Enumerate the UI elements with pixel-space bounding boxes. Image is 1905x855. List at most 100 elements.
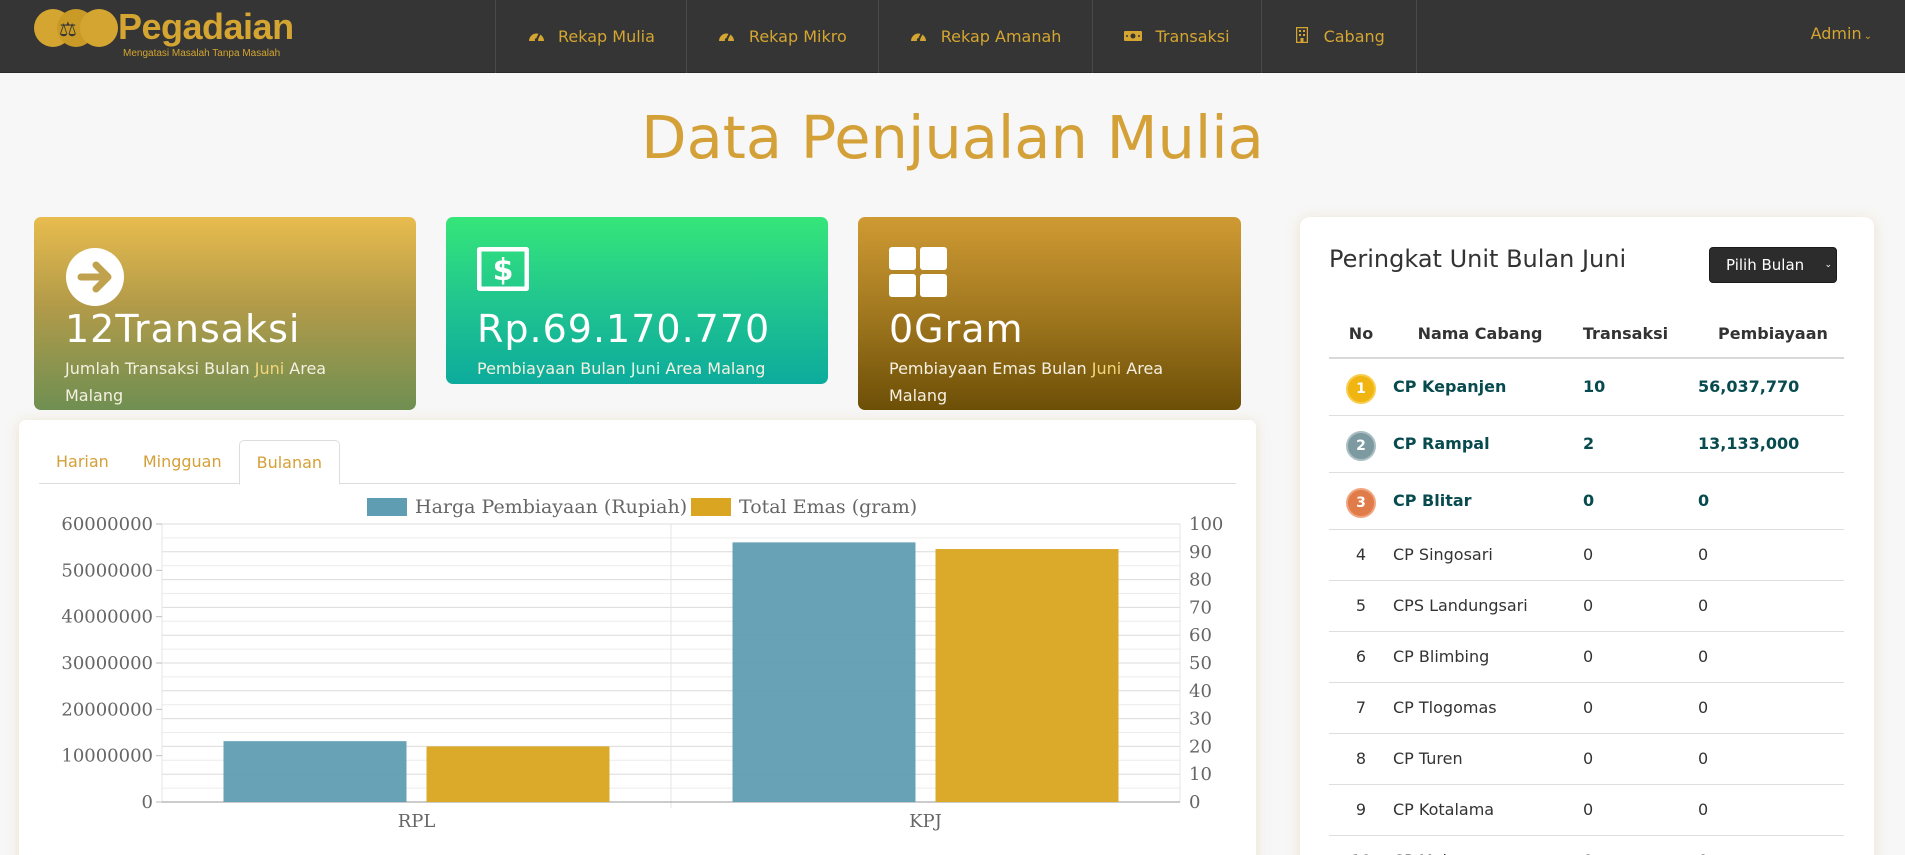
table-row: 6 CP Blimbing 0 0: [1329, 631, 1844, 683]
y-left-tick-label: 30000000: [61, 653, 153, 674]
y-left-tick-label: 40000000: [61, 607, 153, 628]
y-right-tick-label: 30: [1189, 709, 1212, 730]
cell-nama-cabang: CP Mal: [1393, 835, 1573, 855]
cell-no: 1: [1329, 358, 1393, 416]
ranking-table: No Nama Cabang Transaksi Pembiayaan 1 CP …: [1329, 309, 1844, 855]
cell-transaksi: 0: [1573, 682, 1698, 734]
col-transaksi: Transaksi: [1573, 309, 1698, 359]
table-row: 1 CP Kepanjen 10 56,037,770: [1329, 358, 1844, 416]
cell-pembiayaan: 0: [1698, 529, 1844, 581]
cell-pembiayaan: 56,037,770: [1698, 358, 1844, 416]
nav-rekap-mikro[interactable]: Rekap Mikro: [687, 0, 879, 73]
cell-pembiayaan: 0: [1698, 472, 1844, 530]
x-tick-label: RPL: [398, 811, 436, 832]
cell-pembiayaan: 0: [1698, 580, 1844, 632]
cell-transaksi: 10: [1573, 358, 1698, 416]
cell-nama-cabang: CP Turen: [1393, 733, 1573, 785]
y-right-tick-label: 80: [1189, 570, 1212, 591]
cell-no: 2: [1329, 415, 1393, 473]
col-no: No: [1329, 309, 1393, 359]
chart-bar: [223, 741, 407, 802]
table-row: 4 CP Singosari 0 0: [1329, 529, 1844, 581]
cell-pembiayaan: 0: [1698, 835, 1844, 855]
y-right-tick-label: 50: [1189, 653, 1212, 674]
card-value: Rp.69.170.770: [477, 307, 771, 351]
cell-pembiayaan: 0: [1698, 784, 1844, 836]
table-row: 8 CP Turen 0 0: [1329, 733, 1844, 785]
ranking-title: Peringkat Unit Bulan Juni: [1329, 245, 1627, 273]
main-nav: Rekap Mulia Rekap Mikro Rekap Amanah Tra…: [495, 0, 1417, 73]
nav-transaksi[interactable]: Transaksi: [1093, 0, 1262, 73]
tab-bulanan[interactable]: Bulanan: [238, 440, 341, 485]
nav-label: Rekap Mikro: [748, 27, 847, 46]
card-value: 0Gram: [889, 307, 1024, 351]
pilih-bulan-button[interactable]: Pilih Bulan ⌄: [1709, 247, 1837, 283]
building-icon: [1293, 26, 1311, 47]
y-left-tick-label: 20000000: [61, 699, 153, 720]
cell-no: 10: [1329, 835, 1393, 855]
dashboard-icon: [718, 28, 736, 46]
pegadaian-logo-icon: ⚖: [34, 8, 118, 48]
cell-transaksi: 0: [1573, 631, 1698, 683]
chart-bar: [935, 549, 1119, 802]
y-left-tick-label: 50000000: [61, 560, 153, 581]
medal-icon: 3: [1346, 487, 1376, 518]
chart-bar: [426, 746, 610, 802]
nav-label: Cabang: [1323, 27, 1385, 46]
cell-transaksi: 2: [1573, 415, 1698, 473]
cell-no: 6: [1329, 631, 1393, 683]
brand-logo[interactable]: ⚖ Pegadaian Mengatasi Masalah Tanpa Masa…: [34, 6, 294, 64]
cell-nama-cabang: CP Singosari: [1393, 529, 1573, 581]
cell-no: 4: [1329, 529, 1393, 581]
ranking-panel: Peringkat Unit Bulan Juni Pilih Bulan ⌄ N…: [1300, 217, 1874, 855]
table-row: 10CP Mal00: [1329, 835, 1844, 855]
cell-no: 9: [1329, 784, 1393, 836]
legend-label: Total Emas (gram): [739, 496, 917, 518]
cell-nama-cabang: CP Kotalama: [1393, 784, 1573, 836]
cell-nama-cabang: CP Tlogomas: [1393, 682, 1573, 734]
dollar-icon: $: [476, 246, 537, 307]
medal-icon: 2: [1346, 430, 1376, 461]
cell-nama-cabang: CPS Landungsari: [1393, 580, 1573, 632]
cell-no: 7: [1329, 682, 1393, 734]
nav-cabang[interactable]: Cabang: [1262, 0, 1417, 73]
arrow-right-circle-icon: [65, 247, 125, 307]
card-description: Jumlah Transaksi Bulan Juni Area Malang: [65, 359, 327, 405]
card-pembiayaan-emas: 0Gram Pembiayaan Emas Bulan Juni Area Ma…: [858, 217, 1241, 410]
admin-dropdown[interactable]: Admin ⌄: [1811, 24, 1872, 43]
dashboard-icon: [910, 28, 928, 46]
svg-text:$: $: [493, 253, 514, 288]
y-right-tick-label: 40: [1189, 681, 1212, 702]
tab-mingguan[interactable]: Mingguan: [126, 440, 239, 484]
chart-panel: Harian Mingguan Bulanan 60000000 50000000…: [19, 420, 1256, 855]
brand-name: Pegadaian: [118, 6, 294, 47]
cell-nama-cabang: CP Blitar: [1393, 472, 1573, 530]
dashboard-icon: [527, 28, 545, 46]
chevron-down-icon: ⌄: [1863, 31, 1872, 42]
table-row: 9 CP Kotalama 0 0: [1329, 784, 1844, 836]
y-right-tick-label: 60: [1189, 625, 1212, 646]
sales-bar-chart: 60000000 50000000 40000000 30000000 20000000…: [61, 496, 1223, 832]
table-row: 7 CP Tlogomas 0 0: [1329, 682, 1844, 734]
card-description: Pembiayaan Bulan Juni Area Malang: [477, 359, 766, 378]
cell-nama-cabang: CP Blimbing: [1393, 631, 1573, 683]
y-right-tick-label: 10: [1189, 764, 1212, 785]
nav-rekap-mulia[interactable]: Rekap Mulia: [496, 0, 687, 73]
cell-transaksi: 0: [1573, 733, 1698, 785]
rank-number: 5: [1355, 596, 1367, 615]
medal-icon: 1: [1346, 373, 1376, 404]
top-navbar: ⚖ Pegadaian Mengatasi Masalah Tanpa Masa…: [0, 0, 1905, 73]
y-left-tick-label: 0: [142, 792, 153, 813]
nav-label: Rekap Amanah: [940, 27, 1062, 46]
tab-harian[interactable]: Harian: [39, 440, 126, 484]
card-pembiayaan: $ Rp.69.170.770 Pembiayaan Bulan Juni Ar…: [446, 217, 828, 384]
y-right-tick-label: 100: [1189, 514, 1223, 535]
nav-rekap-amanah[interactable]: Rekap Amanah: [879, 0, 1094, 73]
rank-number: 6: [1355, 647, 1367, 666]
y-left-tick-label: 60000000: [61, 514, 153, 535]
col-pembiayaan: Pembiayaan: [1698, 309, 1844, 359]
cell-no: 8: [1329, 733, 1393, 785]
y-right-tick-label: 90: [1189, 542, 1212, 563]
chevron-down-icon: ⌄: [1824, 260, 1832, 270]
legend-swatch: [367, 498, 407, 516]
